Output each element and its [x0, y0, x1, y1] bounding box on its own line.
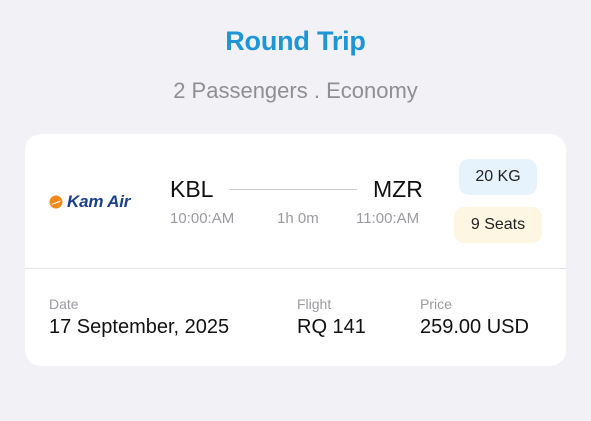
- page-title: Round Trip: [225, 26, 366, 56]
- flight-label: Flight: [297, 296, 332, 312]
- seats-badge: 9 Seats: [454, 207, 542, 243]
- route-line: [229, 189, 357, 190]
- baggage-badge: 20 KG: [459, 159, 537, 195]
- card-divider: [25, 268, 566, 269]
- departure-time: 10:00:AM: [170, 210, 235, 227]
- flight-card[interactable]: Kam Air KBL MZR 10:00:AM 1h 0m 11:00:AM …: [25, 134, 566, 366]
- flight-duration: 1h 0m: [277, 210, 319, 227]
- date-label: Date: [49, 296, 79, 312]
- date-value: 17 September, 2025: [49, 316, 230, 338]
- passenger-class-subtitle: 2 Passengers . Economy: [173, 78, 418, 103]
- kam-air-logo-icon: [49, 195, 63, 209]
- airline-logo: Kam Air: [49, 192, 130, 212]
- destination-code: MZR: [373, 176, 423, 202]
- price-value: 259.00 USD: [420, 316, 529, 338]
- airline-name: Kam Air: [67, 192, 131, 211]
- flight-number: RQ 141: [297, 316, 366, 338]
- origin-code: KBL: [170, 176, 214, 202]
- arrival-time: 11:00:AM: [356, 210, 420, 227]
- price-label: Price: [420, 296, 452, 312]
